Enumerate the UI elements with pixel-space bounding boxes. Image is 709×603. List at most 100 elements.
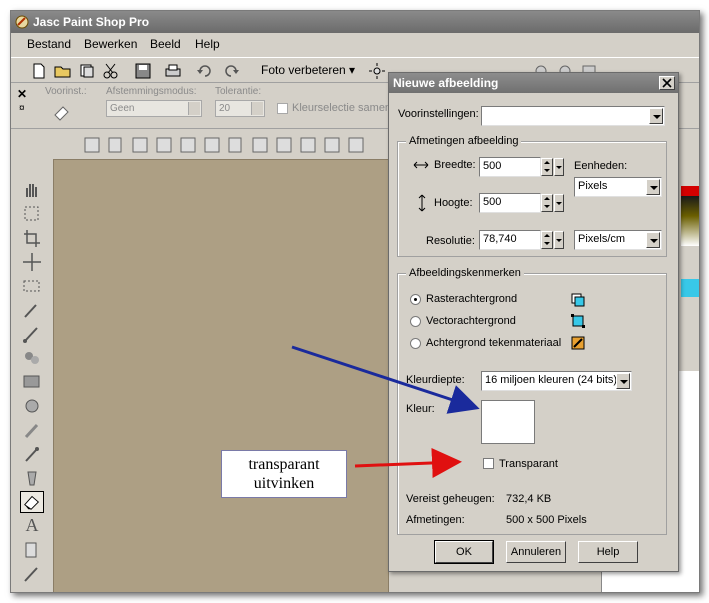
paintbrush-icon[interactable]: [20, 323, 44, 345]
height-label: Hoogte:: [434, 197, 473, 209]
menu-bestand[interactable]: Bestand: [27, 37, 71, 51]
chevron-down-icon: [188, 102, 200, 115]
resolution-spinner[interactable]: [541, 231, 553, 249]
eraser-tool-icon[interactable]: [20, 491, 44, 513]
menu-beeld[interactable]: Beeld: [150, 37, 181, 51]
open-folder-icon[interactable]: [53, 62, 73, 80]
sun-icon[interactable]: [367, 62, 387, 80]
raster-radio[interactable]: [410, 294, 421, 305]
transparent-checkbox[interactable]: [483, 458, 494, 469]
secondary-toolbar-icons[interactable]: [81, 135, 381, 155]
material-radio[interactable]: [410, 338, 421, 349]
palette-swatch[interactable]: [681, 279, 699, 297]
eraser-preset-icon[interactable]: [51, 101, 73, 121]
browse-icon[interactable]: [77, 62, 97, 80]
save-icon[interactable]: [133, 62, 153, 80]
undo-icon[interactable]: [195, 62, 215, 80]
preset-label: Voorinst.:: [45, 86, 87, 97]
text-tool-icon[interactable]: A: [20, 515, 44, 537]
spinner-icon: [251, 102, 263, 115]
pen-icon[interactable]: [20, 563, 44, 585]
app-title: Jasc Paint Shop Pro: [33, 15, 150, 29]
dropper-icon[interactable]: [20, 299, 44, 321]
ok-button[interactable]: OK: [434, 540, 494, 564]
vector-layer-icon: [571, 314, 585, 328]
color-palette[interactable]: [681, 186, 699, 246]
clone-icon[interactable]: [20, 347, 44, 369]
menu-bewerken[interactable]: Bewerken: [84, 37, 137, 51]
merge-selection-checkbox[interactable]: [277, 103, 288, 114]
blend-mode-select[interactable]: Geen: [106, 100, 202, 117]
presets-select[interactable]: [481, 106, 665, 126]
new-image-dialog: Nieuwe afbeelding Voorinstellingen: Afme…: [388, 72, 679, 572]
color-depth-select[interactable]: 16 miljoen kleuren (24 bits): [481, 371, 632, 391]
color-swatch[interactable]: [481, 400, 535, 444]
photo-enhance-button[interactable]: Foto verbeteren ▾: [261, 63, 355, 77]
chevron-down-icon: [646, 232, 660, 248]
rect-select-icon[interactable]: [20, 275, 44, 297]
close-options-icon[interactable]: ✕: [17, 87, 27, 101]
chevron-down-icon: [649, 108, 663, 124]
resolution-value: 78,740: [483, 233, 517, 245]
annotation-callout: transparant uitvinken: [221, 450, 347, 498]
workspace-canvas[interactable]: [53, 159, 389, 592]
color-label: Kleur:: [406, 403, 435, 415]
menu-help[interactable]: Help: [195, 37, 220, 51]
resolution-units-value: Pixels/cm: [578, 233, 626, 245]
print-icon[interactable]: [163, 62, 183, 80]
width-input[interactable]: 500: [479, 157, 541, 177]
memory-value: 732,4 KB: [506, 493, 552, 505]
width-dropdown[interactable]: [554, 158, 564, 176]
move-icon[interactable]: [20, 251, 44, 273]
title-bar: Jasc Paint Shop Pro: [11, 11, 699, 33]
dimensions-label: Afmetingen:: [406, 514, 465, 526]
color-depth-label: Kleurdiepte:: [406, 374, 465, 386]
tolerance-input[interactable]: 20: [215, 100, 265, 117]
chevron-down-icon: [646, 179, 660, 195]
smudge-icon[interactable]: [20, 419, 44, 441]
pin-icon[interactable]: ¤: [19, 103, 25, 114]
color-depth-value: 16 miljoen kleuren (24 bits): [485, 374, 618, 386]
height-spinner[interactable]: [541, 194, 553, 212]
resolution-dropdown[interactable]: [554, 231, 564, 249]
height-dropdown[interactable]: [554, 194, 564, 212]
annotation-line-1: transparant: [248, 456, 320, 473]
raster-layer-icon: [571, 293, 585, 307]
app-icon: [15, 15, 29, 29]
units-select[interactable]: Pixels: [574, 177, 662, 197]
retouch-icon[interactable]: [20, 395, 44, 417]
resolution-label: Resolutie:: [426, 235, 475, 247]
cancel-button[interactable]: Annuleren: [506, 541, 566, 563]
secondary-toolbar: [71, 133, 401, 159]
material-layer-icon: [571, 336, 585, 350]
transparent-label: Transparant: [499, 458, 558, 470]
pan-hand-icon[interactable]: [20, 179, 44, 201]
width-label: Breedte:: [434, 159, 476, 171]
height-value: 500: [483, 196, 502, 208]
new-file-icon[interactable]: [29, 62, 49, 80]
tolerance-value: 20: [219, 103, 231, 114]
fill-icon[interactable]: [20, 467, 44, 489]
characteristics-group-title: Afbeeldingskenmerken: [406, 267, 524, 279]
scissors-icon[interactable]: [101, 62, 121, 80]
shape-icon[interactable]: [20, 539, 44, 561]
height-input[interactable]: 500: [479, 193, 541, 213]
blend-mode-value: Geen: [110, 103, 135, 114]
width-spinner[interactable]: [541, 158, 553, 176]
selection-icon[interactable]: [20, 203, 44, 225]
width-value: 500: [483, 160, 502, 172]
redo-icon[interactable]: [221, 62, 241, 80]
airbrush-icon[interactable]: [20, 443, 44, 465]
help-button[interactable]: Help: [578, 541, 638, 563]
close-icon[interactable]: [659, 76, 675, 90]
resolution-input[interactable]: 78,740: [479, 230, 541, 250]
crop-icon[interactable]: [20, 227, 44, 249]
color-replace-icon[interactable]: [20, 371, 44, 393]
dimensions-group-title: Afmetingen afbeelding: [406, 135, 522, 147]
units-value: Pixels: [578, 180, 608, 192]
resolution-units-select[interactable]: Pixels/cm: [574, 230, 662, 250]
tolerance-label: Tolerantie:: [215, 86, 262, 97]
raster-label: Rasterachtergrond: [426, 293, 518, 305]
menu-bar: Bestand Bewerken Beeld Help: [11, 35, 699, 55]
vector-radio[interactable]: [410, 316, 421, 327]
